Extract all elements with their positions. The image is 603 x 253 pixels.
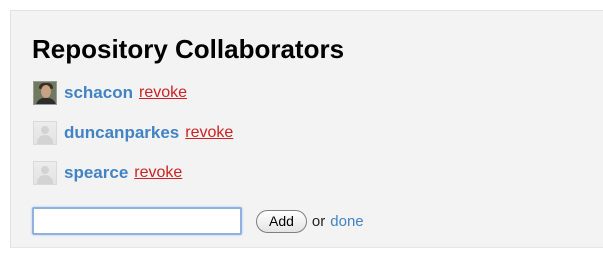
collaborator-list: schacon revoke duncanparkes revoke spear…	[33, 73, 233, 193]
collaborator-username-link[interactable]: duncanparkes	[64, 123, 179, 143]
collaborator-username-link[interactable]: spearce	[64, 163, 128, 183]
collaborator-row: schacon revoke	[33, 73, 233, 113]
add-collaborator-form: Add or done	[32, 206, 364, 236]
or-text: or	[311, 212, 326, 230]
revoke-link[interactable]: revoke	[185, 124, 233, 142]
collaborator-name-input[interactable]	[32, 207, 242, 235]
collaborator-row: duncanparkes revoke	[33, 113, 233, 153]
panel-title: Repository Collaborators	[32, 34, 345, 64]
default-avatar-icon	[33, 161, 57, 185]
revoke-link[interactable]: revoke	[139, 84, 187, 102]
collaborators-panel: Repository Collaborators schacon revoke …	[10, 10, 603, 248]
done-link[interactable]: done	[330, 213, 363, 230]
user-photo-avatar	[33, 81, 57, 105]
add-collaborator-button[interactable]: Add	[256, 209, 307, 233]
revoke-link[interactable]: revoke	[134, 164, 182, 182]
collaborator-row: spearce revoke	[33, 153, 233, 193]
default-avatar-icon	[33, 121, 57, 145]
collaborator-username-link[interactable]: schacon	[64, 83, 133, 103]
